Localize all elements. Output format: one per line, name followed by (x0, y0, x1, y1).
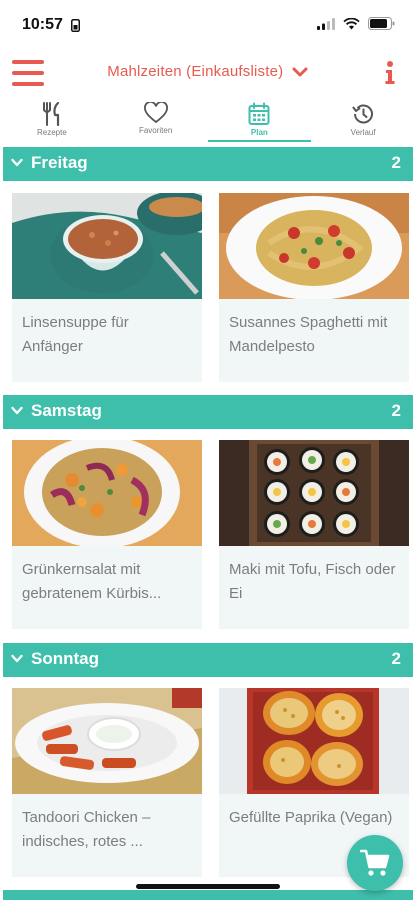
recipe-image (12, 193, 202, 299)
recipe-card-tandoori[interactable]: Tandoori Chicken – indisches, rotes ... (12, 688, 202, 877)
history-icon (352, 104, 374, 124)
meal-list-selector[interactable]: Mahlzeiten (Einkaufsliste) (0, 63, 415, 80)
signal-icon (317, 17, 335, 30)
shopping-cart-icon (360, 849, 390, 876)
recipe-image (219, 440, 409, 546)
chevron-down-icon (11, 406, 23, 415)
sim-card-icon (71, 19, 80, 32)
day-header-sonntag[interactable]: Sonntag 2 (3, 643, 413, 677)
tab-bar: Rezepte Favoriten Plan Verlauf (0, 98, 415, 144)
recipe-image (12, 688, 202, 794)
tab-label: Plan (250, 128, 268, 137)
recipe-image (12, 440, 202, 546)
day-count-badge: 2 (391, 649, 401, 668)
day-name: Samstag (31, 401, 102, 420)
day-name: Freitag (31, 153, 88, 172)
day-header-samstag[interactable]: Samstag 2 (3, 395, 413, 429)
recipe-title: Grünkernsalat mit gebratenem Kürbis... (22, 561, 162, 602)
day-name: Sonntag (31, 649, 99, 668)
day-header-freitag[interactable]: Freitag 2 (3, 147, 413, 181)
tab-favorites[interactable]: Favoriten (104, 98, 208, 144)
status-bar: 10:57 (0, 0, 415, 48)
heart-icon (143, 102, 168, 124)
tab-label: Favoriten (138, 126, 173, 135)
day-count-badge: 2 (391, 153, 401, 172)
chevron-down-icon (292, 67, 308, 77)
info-icon[interactable] (383, 60, 397, 86)
chevron-down-icon (11, 654, 23, 663)
home-indicator[interactable] (136, 884, 280, 889)
recipe-card-spaghetti[interactable]: Susannes Spaghetti mit Mandelpesto (219, 193, 409, 382)
page-title: Mahlzeiten (Einkaufsliste) (107, 63, 284, 80)
recipe-title: Tandoori Chicken – indisches, rotes ... (22, 809, 151, 850)
status-time: 10:57 (22, 16, 63, 33)
recipe-card-linsensuppe[interactable]: Linsensuppe für Anfänger (12, 193, 202, 382)
recipe-card-gruenkernsalat[interactable]: Grünkernsalat mit gebratenem Kürbis... (12, 440, 202, 629)
tab-plan[interactable]: Plan (207, 98, 312, 144)
next-day-header-edge (3, 890, 413, 900)
recipe-card-maki[interactable]: Maki mit Tofu, Fisch oder Ei (219, 440, 409, 629)
tab-label: Verlauf (350, 128, 376, 137)
shopping-cart-button[interactable] (347, 835, 403, 891)
recipe-title: Linsensuppe für Anfänger (22, 314, 129, 355)
chevron-down-icon (11, 158, 23, 167)
tab-recipes[interactable]: Rezepte (0, 98, 104, 144)
recipe-image (219, 688, 409, 794)
tab-label: Rezepte (36, 128, 67, 137)
recipe-image (219, 193, 409, 299)
recipe-title: Susannes Spaghetti mit Mandelpesto (229, 314, 388, 355)
calendar-icon (248, 102, 270, 125)
wifi-icon (343, 17, 360, 29)
day-count-badge: 2 (391, 401, 401, 420)
battery-icon (368, 17, 395, 30)
recipe-title: Maki mit Tofu, Fisch oder Ei (229, 561, 396, 602)
recipe-title: Gefüllte Paprika (Vegan) (229, 809, 393, 826)
app-header: Mahlzeiten (Einkaufsliste) (0, 48, 415, 98)
fork-knife-icon (42, 102, 59, 126)
tab-history[interactable]: Verlauf (311, 98, 415, 144)
